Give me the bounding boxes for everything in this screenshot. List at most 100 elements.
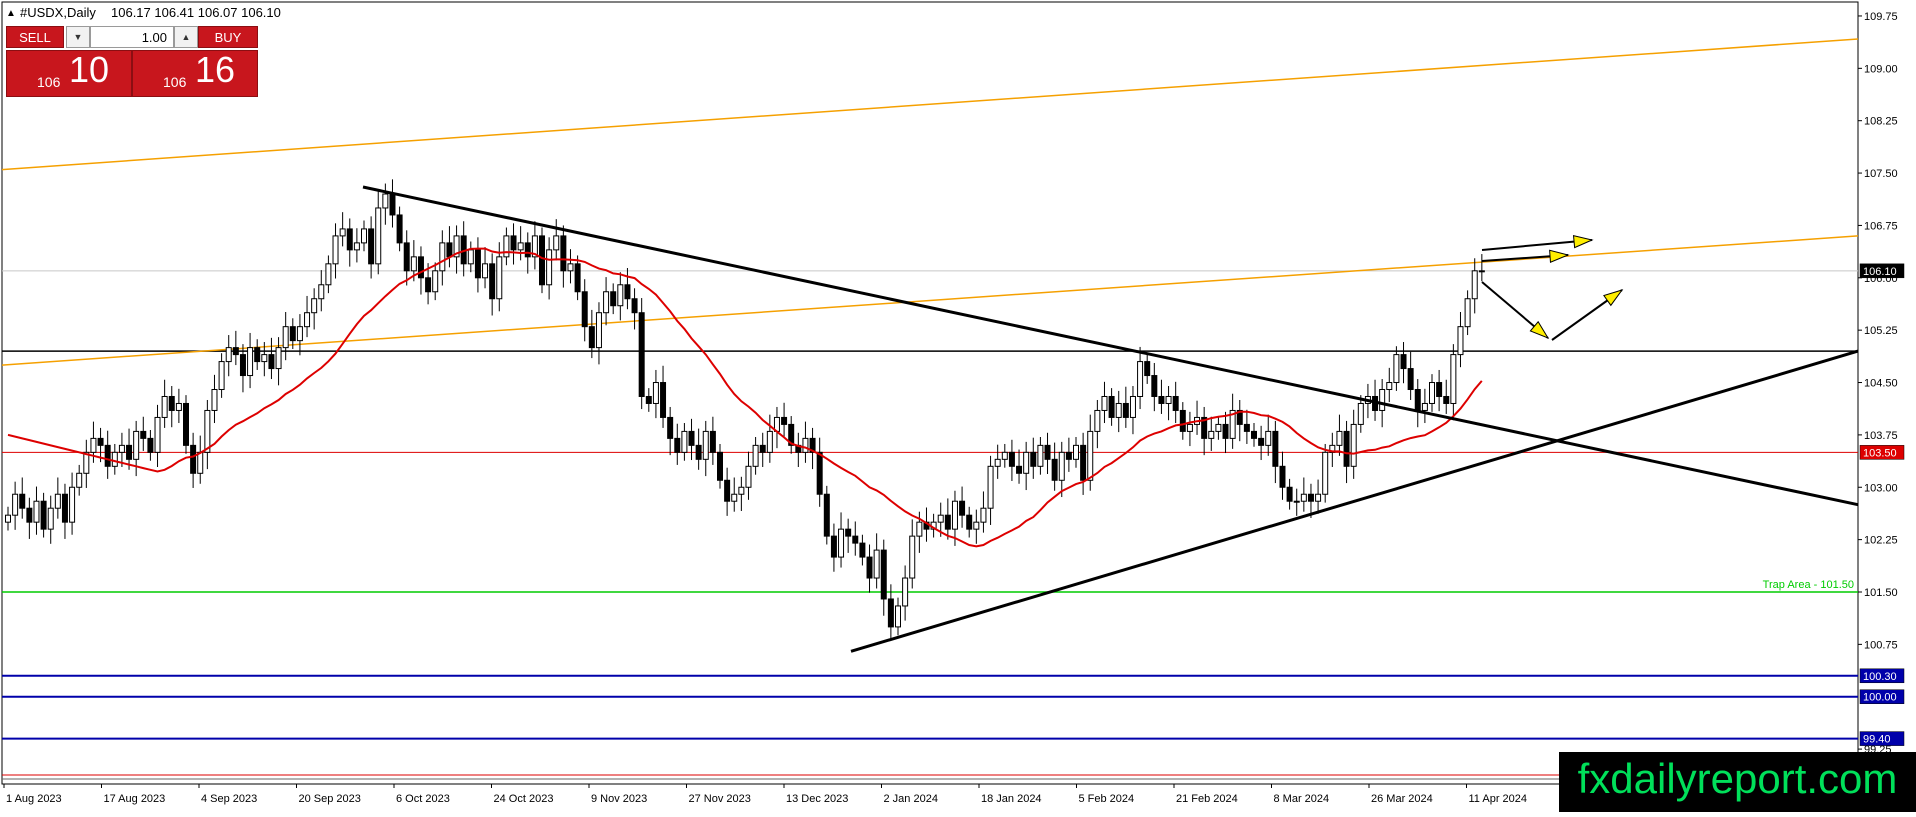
candle xyxy=(539,227,545,294)
bear-candle-body xyxy=(816,451,823,495)
bull-candle-body xyxy=(652,382,659,404)
y-tick-label: 109.75 xyxy=(1864,11,1898,23)
bear-candle-body xyxy=(40,500,47,530)
bull-candle-body xyxy=(247,347,254,377)
bull-candle-body xyxy=(937,514,944,523)
bull-candle-body xyxy=(467,249,474,265)
bear-candle-body xyxy=(1443,395,1450,404)
buy-price-quote[interactable]: 106 16 xyxy=(132,49,258,97)
bull-candle-body xyxy=(282,326,289,349)
bull-candle-body xyxy=(33,500,40,523)
bull-candle-body xyxy=(994,458,1001,467)
bull-candle-body xyxy=(410,256,417,272)
bull-candle-body xyxy=(1293,500,1300,503)
bear-candle-body xyxy=(660,382,667,418)
buy-price-figure: 106 xyxy=(163,74,187,90)
bear-candle-body xyxy=(403,242,410,272)
bull-candle-body xyxy=(1471,270,1478,300)
bull-candle-body xyxy=(197,451,204,474)
bull-candle-body xyxy=(211,389,218,411)
bear-candle-body xyxy=(610,291,617,307)
bear-candle-body xyxy=(717,451,723,481)
y-tick-label: 106.75 xyxy=(1864,220,1898,232)
lot-size-input[interactable] xyxy=(90,26,174,48)
lot-decrease-button[interactable]: ▼ xyxy=(66,26,90,48)
bear-candle-body xyxy=(1414,389,1421,411)
bear-candle-body xyxy=(190,444,197,474)
bull-candle-body xyxy=(218,361,225,391)
bull-candle-body xyxy=(5,514,11,523)
bull-candle-body xyxy=(873,549,880,579)
bear-candle-body xyxy=(667,416,674,439)
bear-candle-body xyxy=(845,528,852,537)
price-tag-2: 100.00 xyxy=(1863,692,1897,704)
bull-candle-body xyxy=(802,437,809,453)
bear-candle-body xyxy=(346,228,353,251)
bull-candle-body xyxy=(1350,423,1357,467)
buy-price-pips: 16 xyxy=(195,49,236,90)
bear-candle-body xyxy=(446,242,453,258)
bear-candle-body xyxy=(474,249,481,279)
bear-candle-body xyxy=(140,430,147,439)
y-tick-label: 105.25 xyxy=(1864,325,1898,337)
bull-candle-body xyxy=(375,207,382,265)
bull-candle-body xyxy=(318,284,325,300)
bull-candle-body xyxy=(603,291,610,314)
x-tick-label: 13 Dec 2023 xyxy=(786,793,848,805)
bull-candle-body xyxy=(1037,444,1044,467)
bull-candle-body xyxy=(1429,382,1435,404)
bull-candle-body xyxy=(1393,354,1400,384)
bear-candle-body xyxy=(624,284,631,300)
bear-candle-body xyxy=(1436,382,1443,397)
price-chart: ▲ #USDX,Daily 106.17 106.41 106.07 106.1… xyxy=(1,1,1905,805)
bull-candle-body xyxy=(980,507,987,523)
x-tick-label: 18 Jan 2024 xyxy=(981,793,1042,805)
plot-frame xyxy=(1,1,1859,785)
bear-candle-body xyxy=(1272,430,1279,467)
bull-candle-body xyxy=(517,242,524,251)
candle xyxy=(823,485,830,545)
sell-button[interactable]: SELL xyxy=(6,26,64,48)
price-tag-3: 99.40 xyxy=(1863,734,1891,746)
bear-candle-body xyxy=(688,430,695,446)
bear-candle-body xyxy=(254,347,261,363)
bear-candle-body xyxy=(695,444,702,460)
bull-candle-body xyxy=(439,242,446,272)
trap-area-label: Trap Area - 101.50 xyxy=(1763,579,1854,591)
bear-candle-body xyxy=(887,598,894,628)
bull-candle-body xyxy=(987,465,994,509)
bull-candle-body xyxy=(161,395,168,418)
buy-button[interactable]: BUY xyxy=(198,26,258,48)
bull-candle-body xyxy=(595,312,602,349)
bull-candle-body xyxy=(1101,395,1108,411)
x-tick-label: 4 Sep 2023 xyxy=(201,793,257,805)
bull-candle-body xyxy=(204,409,211,453)
bear-candle-body xyxy=(147,437,154,453)
bull-candle-body xyxy=(752,444,759,467)
bull-candle-body xyxy=(332,235,339,265)
bear-candle-body xyxy=(1222,423,1229,439)
bear-candle-body xyxy=(1179,409,1186,432)
bull-candle-body xyxy=(951,500,958,530)
bull-candle-body xyxy=(353,242,360,251)
bear-candle-body xyxy=(417,256,424,279)
bear-candle-body xyxy=(674,437,681,453)
candle xyxy=(638,298,645,410)
bull-candle-body xyxy=(12,493,19,516)
lot-increase-button[interactable]: ▲ xyxy=(174,26,198,48)
sell-price-quote[interactable]: 106 10 xyxy=(6,49,132,97)
bull-candle-body xyxy=(69,486,76,523)
bear-candle-body xyxy=(1307,493,1314,502)
bull-candle-body xyxy=(54,493,61,509)
bull-candle-body xyxy=(1129,395,1136,418)
bull-candle-body xyxy=(1186,423,1193,432)
bear-candle-body xyxy=(1144,361,1151,377)
bear-candle-body xyxy=(389,193,396,216)
bear-candle-body xyxy=(268,354,275,370)
bull-candle-body xyxy=(902,577,909,607)
chart-ohlc: 106.17 106.41 106.07 106.10 xyxy=(111,5,281,20)
one-click-trading-panel: SELL ▼ ▲ BUY 106 10 106 16 xyxy=(6,26,258,97)
bear-candle-body xyxy=(645,395,652,404)
bear-candle-body xyxy=(1008,451,1015,467)
bull-candle-body xyxy=(702,430,709,460)
